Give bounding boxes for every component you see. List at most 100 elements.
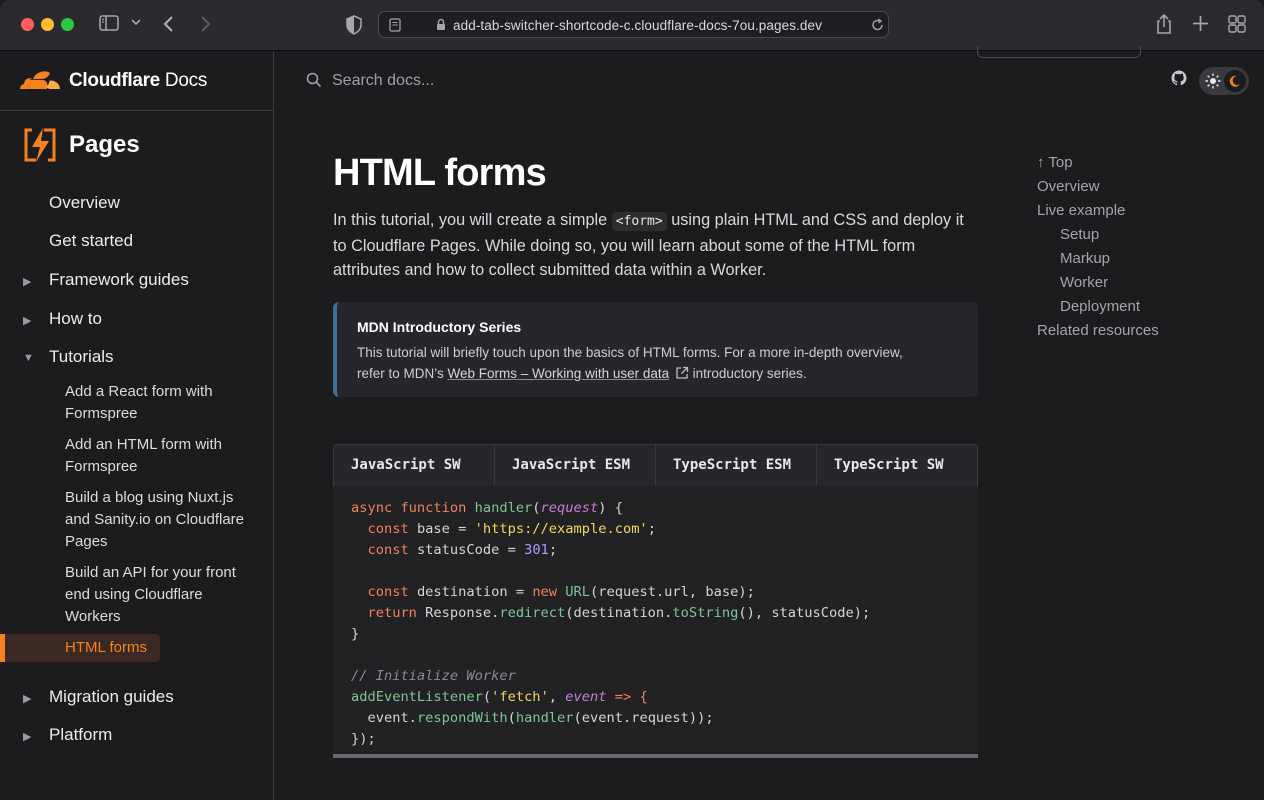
code-block[interactable]: async function handler(request) { const … <box>333 486 978 758</box>
code-line: addEventListener('fetch', event => { <box>351 689 648 705</box>
sidebar-item-label: Get started <box>49 231 134 250</box>
toc-link-deployment[interactable]: Deployment <box>1060 298 1140 315</box>
code-line: // Initialize Worker <box>351 668 516 684</box>
tutorial-link-line: end using Cloudflare <box>65 586 203 603</box>
code-token: (request.url, base); <box>590 584 755 600</box>
docs-topbar <box>274 46 1264 111</box>
pages-bolt-icon <box>22 126 58 169</box>
zoom-window-button[interactable] <box>61 18 74 31</box>
reload-icon[interactable] <box>871 18 884 37</box>
forward-arrow-icon[interactable] <box>198 15 212 33</box>
tutorial-link-react-formspree[interactable]: Add a React form with Formspree <box>65 381 260 425</box>
code-token: 301 <box>524 542 549 558</box>
tutorial-link-line: Workers <box>65 608 121 625</box>
brand-name: Cloudflare Docs <box>69 70 208 91</box>
tab-overview-icon[interactable] <box>1228 15 1246 33</box>
tutorial-link-line: HTML forms <box>65 639 147 656</box>
caret-down-icon[interactable]: ▼ <box>23 352 34 364</box>
caret-right-icon[interactable]: ▶ <box>23 275 31 288</box>
callout-text: This tutorial will briefly touch upon th… <box>357 345 903 360</box>
close-window-button[interactable] <box>21 18 34 31</box>
sidebar-toggle-icon[interactable] <box>99 14 119 32</box>
cloudflare-logo-icon <box>20 71 60 95</box>
code-token: request <box>540 500 599 516</box>
caret-right-icon[interactable]: ▶ <box>23 730 31 743</box>
code-line: } <box>351 626 360 642</box>
chevron-down-icon[interactable] <box>130 16 142 28</box>
code-token: (event.request)); <box>573 710 714 726</box>
code-token: handler <box>474 500 533 516</box>
search-icon[interactable] <box>306 72 322 93</box>
address-bar[interactable]: add-tab-switcher-shortcode-c.cloudflare-… <box>378 11 889 38</box>
tab-typescript-esm[interactable]: TypeScript ESM <box>656 445 817 487</box>
callout-text: refer to MDN’s <box>357 366 448 381</box>
github-icon[interactable] <box>1171 70 1187 91</box>
sidebar-item-label: Overview <box>49 193 120 212</box>
product-header[interactable]: Pages <box>0 123 274 169</box>
tutorial-link-line: Build a blog using Nuxt.js <box>65 489 234 506</box>
code-line: const statusCode = 301; <box>351 542 557 558</box>
mdn-web-forms-link[interactable]: Web Forms – Working with user data <box>448 366 670 381</box>
code-token: event <box>565 689 607 705</box>
code-token: ( <box>532 500 541 516</box>
callout-text: introductory series. <box>688 366 807 381</box>
brand-header[interactable]: Cloudflare Docs <box>0 52 274 111</box>
tutorial-link-nuxt-sanity-blog[interactable]: Build a blog using Nuxt.js and Sanity.io… <box>65 487 260 553</box>
toc-link-overview[interactable]: Overview <box>1037 178 1100 195</box>
back-arrow-icon[interactable] <box>162 15 176 33</box>
tab-javascript-sw[interactable]: JavaScript SW <box>334 445 495 487</box>
docs-page: Cloudflare Docs Pages Overview Get start… <box>0 46 1264 800</box>
code-token: ( <box>482 689 492 705</box>
sun-icon <box>1204 72 1222 90</box>
lock-icon <box>436 18 446 36</box>
code-token: destination = <box>416 584 533 600</box>
code-token: ; <box>548 542 558 558</box>
toc-link-top[interactable]: ↑ Top <box>1037 154 1073 171</box>
toc-link-live-example[interactable]: Live example <box>1037 202 1125 219</box>
tutorial-link-line: Formspree <box>65 458 138 475</box>
code-token: 'fetch' <box>491 689 549 705</box>
search-input[interactable] <box>332 68 632 94</box>
code-token: respondWith <box>416 710 508 726</box>
code-token: event. <box>351 710 417 726</box>
toc-link-markup[interactable]: Markup <box>1060 250 1110 267</box>
toc-link-related-resources[interactable]: Related resources <box>1037 322 1159 339</box>
product-name: Pages <box>69 131 140 158</box>
reader-page-icon[interactable] <box>389 18 401 37</box>
code-token: addEventListener <box>351 689 483 705</box>
code-line: const base = 'https://example.com'; <box>351 521 656 537</box>
code-line: }); <box>351 731 376 747</box>
mdn-callout: MDN Introductory Series This tutorial wi… <box>333 302 978 397</box>
caret-right-icon[interactable]: ▶ <box>23 314 31 327</box>
tutorial-link-line: Add a React form with <box>65 383 213 400</box>
sidebar-item-label: Framework guides <box>49 270 189 289</box>
sidebar: Cloudflare Docs Pages Overview Get start… <box>0 52 274 800</box>
code-token: Response. <box>425 605 500 621</box>
theme-toggle[interactable] <box>1199 67 1249 95</box>
tutorial-link-html-formspree[interactable]: Add an HTML form with Formspree <box>65 434 260 478</box>
code-token: ; <box>647 521 656 537</box>
share-icon[interactable] <box>1155 13 1173 35</box>
intro-text: to Cloudflare Pages. While doing so, you… <box>333 237 916 255</box>
toc-link-setup[interactable]: Setup <box>1060 226 1099 243</box>
tutorial-link-html-forms[interactable]: HTML forms <box>65 637 260 659</box>
tab-typescript-sw[interactable]: TypeScript SW <box>817 445 978 487</box>
toc-link-worker[interactable]: Worker <box>1060 274 1108 291</box>
privacy-shield-icon[interactable] <box>345 15 363 35</box>
minimize-window-button[interactable] <box>41 18 54 31</box>
code-token: => { <box>606 689 648 705</box>
tab-javascript-esm[interactable]: JavaScript ESM <box>495 445 656 487</box>
code-token: URL <box>565 584 591 600</box>
code-token: 'https://example.com' <box>474 521 648 537</box>
code-token: const <box>351 542 417 558</box>
code-token: async function <box>351 500 475 516</box>
caret-right-icon[interactable]: ▶ <box>23 692 31 705</box>
code-token: toString <box>672 605 739 621</box>
sidebar-item-label: Migration guides <box>49 687 174 706</box>
new-tab-plus-icon[interactable] <box>1192 15 1209 32</box>
tutorial-link-api-workers[interactable]: Build an API for your front end using Cl… <box>65 562 260 628</box>
code-token: base = <box>416 521 475 537</box>
code-line: return Response.redirect(destination.toS… <box>351 605 870 621</box>
url-text: add-tab-switcher-shortcode-c.cloudflare-… <box>453 18 822 33</box>
intro-text: attributes and how to collect submitted … <box>333 261 767 279</box>
